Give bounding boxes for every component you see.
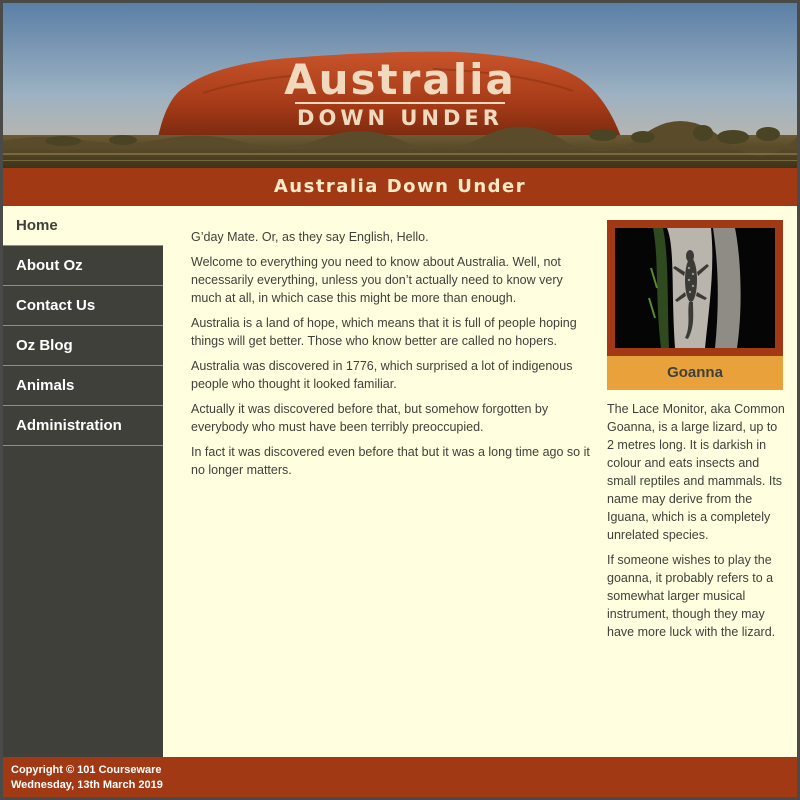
nav-item-contact-us[interactable]: Contact Us bbox=[3, 286, 163, 326]
lizard-photo-icon bbox=[615, 228, 775, 348]
header-banner: Australia DOWN UNDER bbox=[3, 3, 797, 168]
feature-caption: Goanna bbox=[607, 356, 783, 390]
banner-title: Australia bbox=[284, 55, 516, 104]
paragraph: Actually it was discovered before that, … bbox=[191, 402, 549, 434]
feature-image-frame bbox=[607, 220, 783, 356]
footer: Copyright © 101 Courseware Wednesday, 13… bbox=[3, 757, 797, 797]
nav-item-administration[interactable]: Administration bbox=[3, 406, 163, 446]
footer-copyright: Copyright © 101 Courseware bbox=[11, 764, 162, 776]
footer-date: Wednesday, 13th March 2019 bbox=[11, 779, 163, 791]
paragraph: If someone wishes to play the goanna, it… bbox=[607, 553, 776, 639]
article: G’day Mate. Or, as they say English, Hel… bbox=[191, 228, 591, 486]
banner-divider bbox=[295, 102, 505, 104]
nav-item-animals[interactable]: Animals bbox=[3, 366, 163, 406]
paragraph: Welcome to everything you need to know a… bbox=[191, 255, 563, 305]
paragraph: G’day Mate. Or, as they say English, Hel… bbox=[191, 230, 429, 244]
sidebar-nav: Home About Oz Contact Us Oz Blog Animals… bbox=[3, 206, 163, 757]
nav-item-home[interactable]: Home bbox=[3, 206, 163, 246]
nav-item-oz-blog[interactable]: Oz Blog bbox=[3, 326, 163, 366]
goanna-photo bbox=[615, 228, 775, 348]
paragraph: Australia was discovered in 1776, which … bbox=[191, 359, 573, 391]
banner-subtitle: DOWN UNDER bbox=[297, 106, 503, 130]
feature-description: The Lace Monitor, aka Common Goanna, is … bbox=[607, 400, 785, 648]
paragraph: Australia is a land of hope, which means… bbox=[191, 316, 577, 348]
nav-item-about-oz[interactable]: About Oz bbox=[3, 246, 163, 286]
page-frame: Australia DOWN UNDER Australia Down Unde… bbox=[3, 3, 797, 797]
main-content: G’day Mate. Or, as they say English, Hel… bbox=[163, 206, 797, 757]
site-heading: Australia Down Under bbox=[3, 168, 797, 206]
paragraph: In fact it was discovered even before th… bbox=[191, 445, 590, 477]
paragraph: The Lace Monitor, aka Common Goanna, is … bbox=[607, 402, 785, 542]
